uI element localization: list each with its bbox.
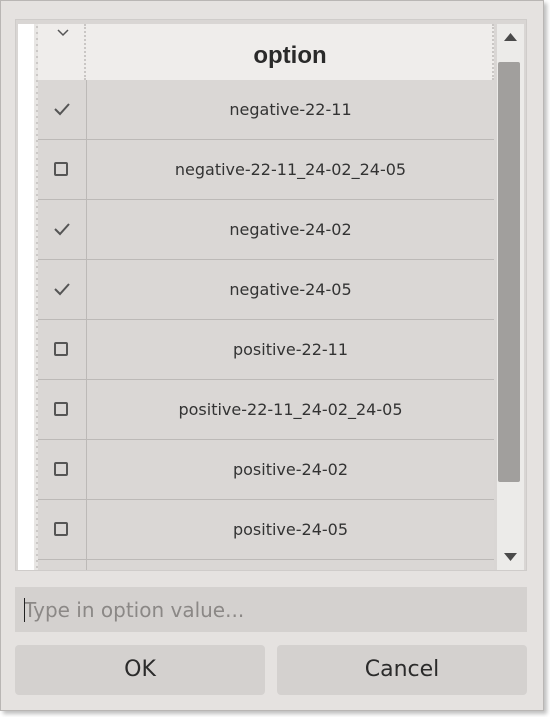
row-checkbox[interactable] <box>38 440 87 499</box>
option-column-header[interactable]: option <box>88 24 494 80</box>
row-checkbox[interactable] <box>38 140 87 199</box>
row-label: negative-22-11_24-02_24-05 <box>174 160 407 179</box>
vertical-scrollbar[interactable] <box>497 24 524 570</box>
option-picker-dialog: option negative-22-11 negative-22-11_24-… <box>0 0 544 711</box>
row-label: positive-24-02 <box>232 460 349 479</box>
row-label: negative-22-11 <box>229 100 352 119</box>
row-header-stripe <box>18 24 34 570</box>
checkbox-empty-icon[interactable] <box>54 342 68 356</box>
row-checkbox[interactable] <box>38 380 87 439</box>
table-row-partial <box>38 560 494 570</box>
table-header: option <box>38 24 494 81</box>
table-row[interactable]: positive-22-11 <box>38 320 494 380</box>
table-row[interactable]: positive-24-05 <box>38 500 494 560</box>
select-all-column-header[interactable] <box>38 24 86 80</box>
row-label: negative-24-02 <box>229 220 352 239</box>
checkbox-empty-icon[interactable] <box>54 462 68 476</box>
checkbox-empty-icon[interactable] <box>54 522 68 536</box>
row-label: positive-22-11_24-02_24-05 <box>178 400 403 419</box>
row-checkbox[interactable] <box>38 320 87 379</box>
checkmark-icon[interactable] <box>52 220 72 238</box>
checkmark-icon[interactable] <box>52 280 72 298</box>
chevron-down-icon[interactable] <box>56 26 70 40</box>
table-row[interactable]: positive-24-02 <box>38 440 494 500</box>
row-label: negative-24-05 <box>229 280 352 299</box>
options-list: negative-22-11 negative-22-11_24-02_24-0… <box>38 80 494 570</box>
scroll-down-arrow-icon[interactable] <box>497 544 524 570</box>
row-checkbox[interactable] <box>38 260 87 319</box>
table-row[interactable]: negative-24-02 <box>38 200 494 260</box>
option-value-input[interactable] <box>15 587 527 632</box>
options-table: option negative-22-11 negative-22-11_24-… <box>15 19 527 571</box>
table-row[interactable]: positive-22-11_24-02_24-05 <box>38 380 494 440</box>
text-caret <box>24 598 25 622</box>
row-checkbox-partial <box>38 560 87 570</box>
scroll-up-arrow-icon[interactable] <box>497 24 524 50</box>
row-label: positive-24-05 <box>232 520 349 539</box>
row-checkbox[interactable] <box>38 80 87 139</box>
checkbox-empty-icon[interactable] <box>54 162 68 176</box>
row-checkbox[interactable] <box>38 500 87 559</box>
row-label: positive-22-11 <box>232 340 349 359</box>
cancel-button[interactable]: Cancel <box>277 645 527 695</box>
table-row[interactable]: negative-22-11_24-02_24-05 <box>38 140 494 200</box>
ok-button[interactable]: OK <box>15 645 265 695</box>
table-row[interactable]: negative-24-05 <box>38 260 494 320</box>
checkbox-empty-icon[interactable] <box>54 402 68 416</box>
scrollbar-thumb[interactable] <box>498 62 520 482</box>
row-checkbox[interactable] <box>38 200 87 259</box>
checkmark-icon[interactable] <box>52 100 72 118</box>
table-row[interactable]: negative-22-11 <box>38 80 494 140</box>
